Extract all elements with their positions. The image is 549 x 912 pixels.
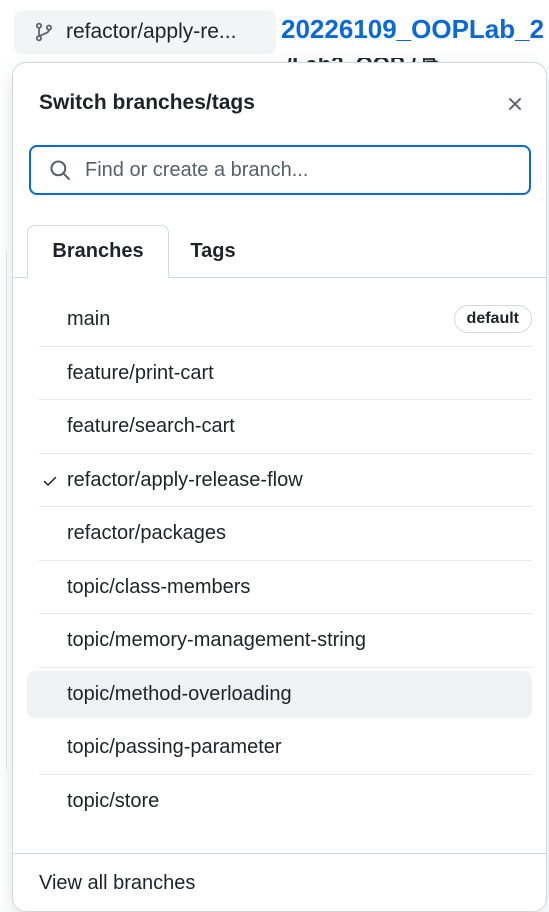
default-badge: default — [453, 305, 532, 333]
page: refactor/apply-re... 20226109_OOPLab_2 /… — [0, 0, 549, 912]
branch-name: topic/method-overloading — [67, 682, 292, 705]
panel-header: Switch branches/tags — [13, 63, 546, 145]
search-icon — [50, 160, 70, 180]
check-icon — [39, 470, 61, 492]
branch-item-topic-class-members[interactable]: topic/class-members — [13, 561, 546, 614]
tab-tags[interactable]: Tags — [173, 225, 253, 278]
close-icon — [509, 98, 521, 110]
view-all-branches-link[interactable]: View all branches — [39, 872, 195, 895]
git-branch-icon — [35, 22, 53, 42]
branch-item-topic-passing-parameter[interactable]: topic/passing-parameter — [13, 721, 546, 775]
branch-item-topic-memory-management-string[interactable]: topic/memory-management-string — [13, 614, 546, 668]
close-button[interactable] — [498, 87, 532, 121]
branch-item-main[interactable]: main default — [13, 293, 546, 347]
tab-branches[interactable]: Branches — [27, 225, 169, 278]
branch-selector-button[interactable]: refactor/apply-re... — [14, 10, 276, 54]
tab-bar: Branches Tags — [13, 225, 546, 278]
branch-item-feature-print-cart[interactable]: feature/print-cart — [13, 347, 546, 400]
branch-item-feature-search-cart[interactable]: feature/search-cart — [13, 400, 546, 454]
panel-title: Switch branches/tags — [39, 91, 255, 114]
branch-name: topic/passing-parameter — [67, 736, 282, 759]
panel-footer: View all branches — [13, 853, 546, 912]
branch-name: topic/store — [67, 789, 160, 812]
repo-title-link[interactable]: 20226109_OOPLab_2 — [281, 14, 544, 45]
branch-switcher-panel: Switch branches/tags Branches Tags — [12, 62, 547, 912]
branch-name: feature/print-cart — [67, 361, 214, 384]
branch-list: main default feature/print-cart feature/… — [13, 293, 546, 828]
branch-item-topic-method-overloading[interactable]: topic/method-overloading — [13, 668, 546, 722]
branch-name: topic/class-members — [67, 575, 251, 598]
branch-name: refactor/apply-release-flow — [67, 468, 303, 491]
search-input[interactable] — [85, 158, 505, 182]
branch-item-refactor-apply-release-flow[interactable]: refactor/apply-release-flow — [13, 454, 546, 507]
tab-branches-label: Branches — [52, 240, 144, 262]
branch-item-refactor-packages[interactable]: refactor/packages — [13, 507, 546, 561]
branch-name: main — [67, 308, 111, 331]
branch-name: topic/memory-management-string — [67, 629, 366, 652]
search-field[interactable] — [29, 145, 531, 195]
branch-selector-label: refactor/apply-re... — [66, 20, 237, 43]
branch-item-topic-store[interactable]: topic/store — [13, 775, 546, 829]
branch-name: refactor/packages — [67, 522, 226, 545]
branch-name: feature/search-cart — [67, 415, 235, 438]
tab-tags-label: Tags — [190, 240, 236, 262]
background-page-edge — [0, 250, 7, 770]
